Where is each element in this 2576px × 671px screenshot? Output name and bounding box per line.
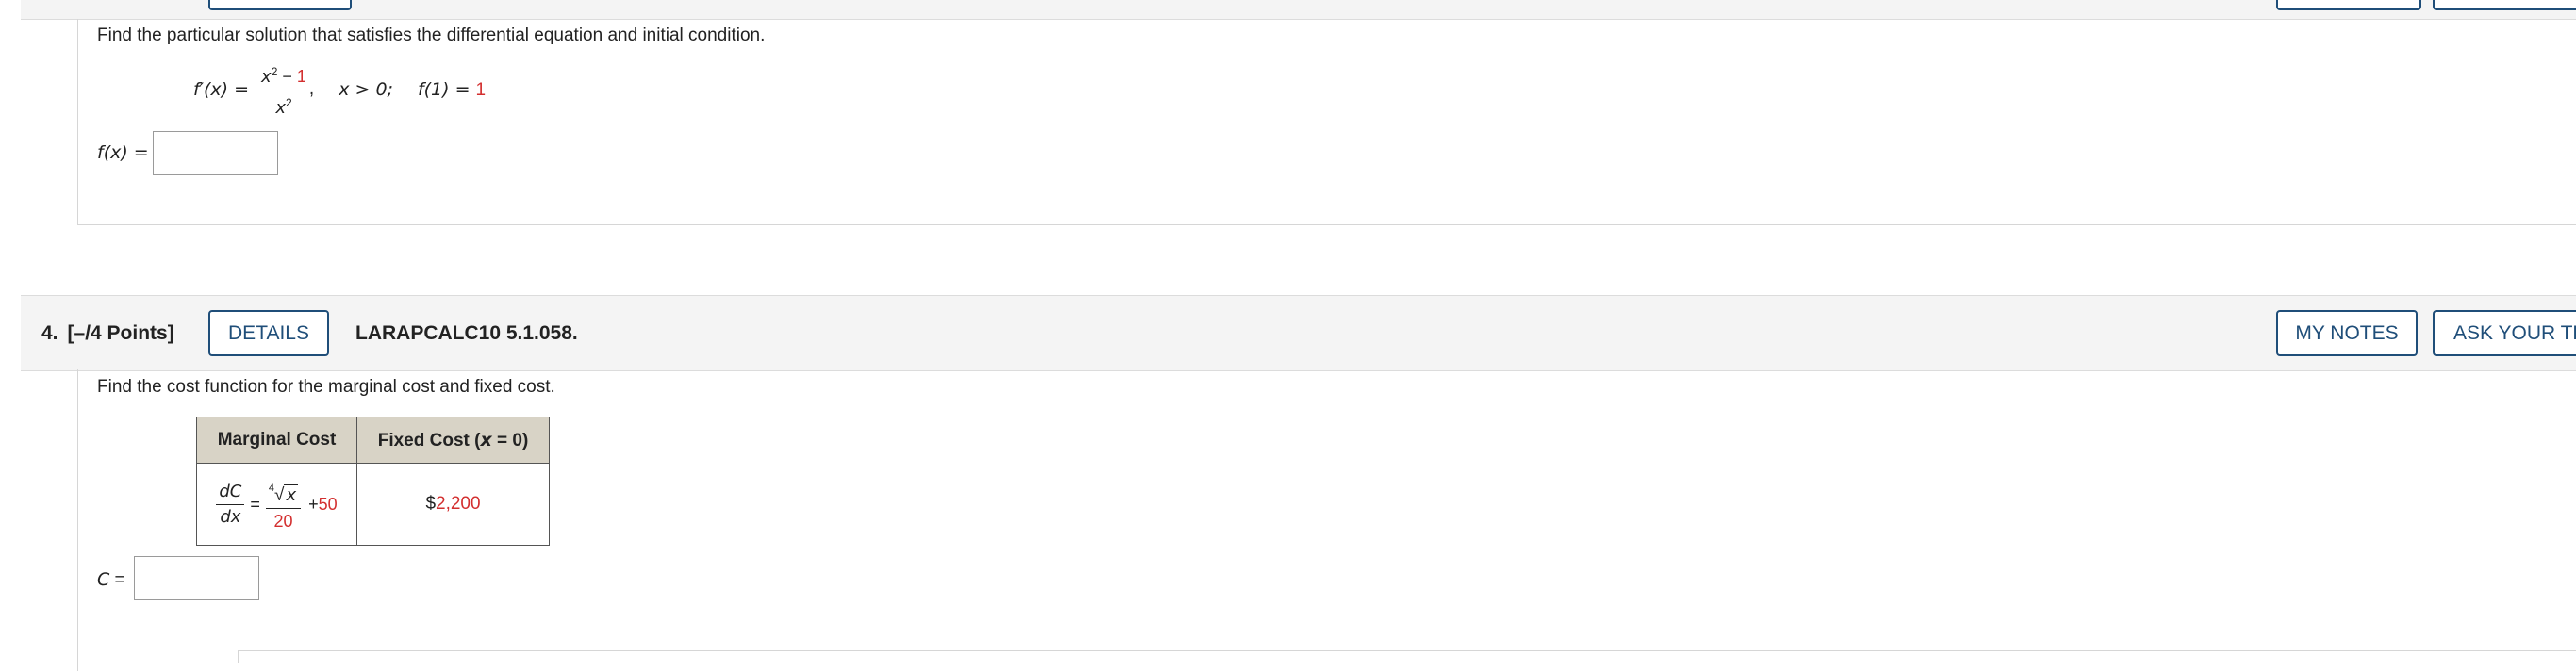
dc-dx-fraction: dC dx (216, 482, 245, 527)
answer-label-fx: f(x) = (97, 142, 149, 163)
equation-fraction: x2 − 1 x2 (258, 61, 309, 119)
fixed-cost-cell: $2,200 (356, 463, 550, 546)
details-button[interactable]: DETAILS (208, 310, 329, 356)
fixed-cost-value: 2,200 (436, 494, 481, 514)
ask-teacher-button[interactable]: ASK YOUR TEACHER (2433, 310, 2576, 356)
fixed-cost-header: Fixed Cost (x = 0) (356, 417, 550, 464)
root-denominator: 20 (273, 511, 293, 531)
fraction-denominator: x2 (275, 95, 292, 118)
question-3-body (77, 19, 2576, 225)
table-row: dC dx = 4√ x 20 + 50 $2,200 (196, 463, 550, 546)
marginal-cost-cell: dC dx = 4√ x 20 + 50 (196, 463, 357, 546)
numerator-constant: 1 (296, 66, 306, 86)
c-answer-input[interactable] (134, 556, 259, 600)
question-3-prompt: Find the particular solution that satisf… (97, 25, 766, 45)
question-4-prompt: Find the cost function for the marginal … (97, 377, 555, 397)
root-fraction: 4√ x 20 (265, 479, 302, 531)
fx-answer-input[interactable] (153, 131, 278, 175)
marginal-cost-expression: dC dx = 4√ x 20 + 50 (216, 479, 338, 531)
question-4-header: 4. [–/4 Points] DETAILS LARAPCALC10 5.1.… (21, 295, 2576, 371)
initial-condition: f(1) = 1 (417, 78, 487, 100)
marginal-addend: 50 (318, 494, 338, 514)
cost-table: Marginal Cost Fixed Cost (x = 0) dC dx =… (196, 417, 550, 546)
radical-sign-icon: √ (274, 484, 285, 505)
previous-my-notes-button[interactable] (2276, 0, 2421, 10)
source-label: LARAPCALC10 5.1.058. (355, 321, 578, 344)
question-4-title: 4. [–/4 Points] (41, 296, 174, 370)
points-label: [–/4 Points] (67, 321, 174, 344)
previous-question-header (21, 0, 2576, 20)
answer-label-c: C = (97, 569, 125, 590)
previous-details-button[interactable] (208, 0, 352, 10)
fraction-numerator: x2 − 1 (258, 61, 309, 90)
marginal-cost-header: Marginal Cost (196, 417, 357, 464)
question-number: 4. (41, 321, 58, 344)
table-header-row: Marginal Cost Fixed Cost (x = 0) (196, 417, 550, 464)
previous-ask-teacher-button[interactable] (2433, 0, 2576, 10)
next-panel-edge (238, 650, 2576, 663)
domain-condition: x > 0; (339, 79, 393, 100)
fourth-root-x: 4√ x (265, 479, 302, 509)
my-notes-button[interactable]: MY NOTES (2276, 310, 2418, 356)
derivative-lhs: f′(x) = (193, 79, 250, 100)
differential-equation: f′(x) = x2 − 1 x2 , x > 0; f(1) = 1 (193, 60, 486, 119)
